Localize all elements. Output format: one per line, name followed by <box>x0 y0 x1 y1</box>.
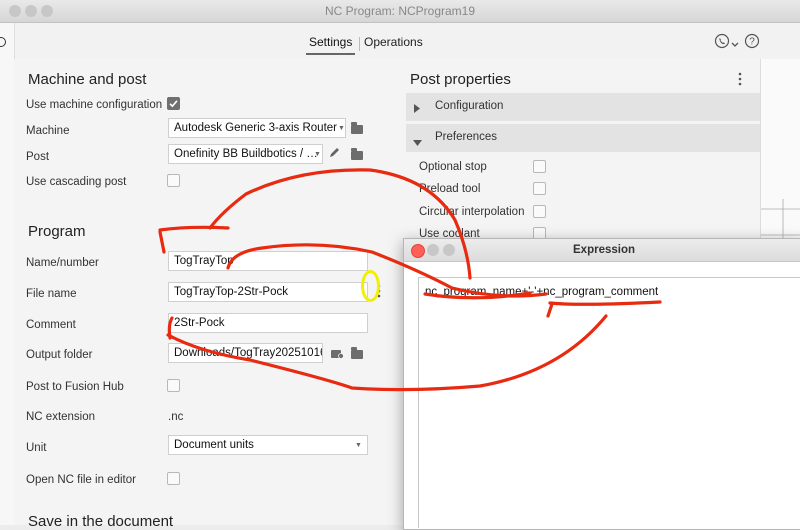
output-folder-label: Output folder <box>26 349 93 361</box>
cascading-post-label: Use cascading post <box>26 176 127 188</box>
machine-select[interactable]: Autodesk Generic 3-axis Router <box>168 118 346 138</box>
file-name-label: File name <box>26 288 77 300</box>
circular-interpolation-label: Circular interpolation <box>419 206 525 218</box>
name-number-value: TogTrayTop <box>174 255 234 267</box>
unit-value: Document units <box>174 439 254 451</box>
expression-editor[interactable]: nc_program_name+'-'+nc_program_comment <box>418 277 800 528</box>
preload-tool-label: Preload tool <box>419 183 481 195</box>
window-title: NC Program: NCProgram19 <box>324 4 476 18</box>
chevron-down-icon[interactable] <box>731 37 739 51</box>
background-window-edge <box>0 23 15 525</box>
expression-title-bar: Expression <box>404 239 800 262</box>
folder-icon[interactable] <box>351 122 363 134</box>
file-name-input[interactable]: TogTrayTop-2Str-Pock <box>168 282 368 302</box>
program-heading: Program <box>28 223 86 240</box>
expression-title: Expression <box>573 244 635 256</box>
optional-stop-label: Optional stop <box>419 161 487 173</box>
name-number-label: Name/number <box>26 257 99 269</box>
unit-label: Unit <box>26 442 47 454</box>
unit-dropdown-arrow-icon: ▼ <box>355 442 362 449</box>
tab-settings[interactable]: Settings <box>306 35 356 55</box>
nc-extension-label: NC extension <box>26 411 96 423</box>
configuration-label: Configuration <box>435 100 504 112</box>
machine-value: Autodesk Generic 3-axis Router <box>174 122 337 134</box>
nc-extension-value: .nc <box>168 411 184 423</box>
post-to-fusion-hub-label: Post to Fusion Hub <box>26 381 124 393</box>
help-icon[interactable]: ? <box>744 33 760 52</box>
optional-stop-checkbox[interactable] <box>533 160 546 173</box>
machine-post-heading: Machine and post <box>28 71 147 88</box>
file-name-value: TogTrayTop-2Str-Pock <box>174 286 288 298</box>
unit-select[interactable]: Document units <box>168 435 368 455</box>
more-vertical-icon[interactable] <box>738 71 742 90</box>
use-machine-config-label: Use machine configuration <box>26 99 163 111</box>
expression-dialog: Expression nc_program_name+'-'+nc_progra… <box>403 238 800 530</box>
configuration-section[interactable]: Configuration <box>406 93 760 121</box>
output-folder-value: Downloads/TogTray20251016 <box>174 347 323 359</box>
output-folder-input[interactable]: Downloads/TogTray20251016 <box>168 343 323 363</box>
cascading-post-checkbox[interactable] <box>167 174 180 187</box>
comment-value: 2Str-Pock <box>174 317 225 329</box>
preload-tool-checkbox[interactable] <box>533 182 546 195</box>
tab-operations[interactable]: Operations <box>364 35 423 49</box>
phone-icon[interactable] <box>714 33 730 52</box>
yellow-highlight-circle <box>361 270 380 302</box>
comment-label: Comment <box>26 319 76 331</box>
open-nc-editor-label: Open NC file in editor <box>26 474 136 486</box>
post-value: Onefinity BB Buildbotics / … <box>174 148 318 160</box>
folder-icon[interactable] <box>351 148 363 160</box>
folder-settings-icon[interactable] <box>331 348 344 362</box>
preferences-label: Preferences <box>435 131 498 143</box>
settings-panel: Machine and post Use machine configurati… <box>14 59 396 530</box>
post-label: Post <box>26 151 50 163</box>
use-machine-config-checkbox[interactable] <box>167 97 180 110</box>
triangle-right-icon <box>414 102 420 116</box>
post-properties-heading: Post properties <box>410 71 511 88</box>
preferences-section[interactable]: Preferences <box>406 124 760 152</box>
svg-text:?: ? <box>749 37 755 48</box>
save-in-document-heading: Save in the document <box>28 513 174 530</box>
open-nc-editor-checkbox[interactable] <box>167 472 180 485</box>
tab-bar: Settings Operations ? <box>0 23 800 60</box>
post-to-fusion-hub-checkbox[interactable] <box>167 379 180 392</box>
comment-input[interactable]: 2Str-Pock <box>168 313 368 333</box>
triangle-down-icon <box>413 135 422 149</box>
machine-label: Machine <box>26 125 70 137</box>
pencil-icon[interactable] <box>328 146 341 162</box>
machine-dropdown-arrow-icon: ▼ <box>338 125 345 132</box>
expression-text: nc_program_name+'-'+nc_program_comment <box>425 286 659 298</box>
name-number-input[interactable]: TogTrayTop <box>168 251 368 271</box>
tab-divider <box>359 37 360 51</box>
post-dropdown-arrow-icon: ▼ <box>314 151 321 158</box>
folder-icon[interactable] <box>351 347 363 359</box>
circular-interpolation-checkbox[interactable] <box>533 205 546 218</box>
window-title-bar: NC Program: NCProgram19 <box>0 0 800 23</box>
post-select[interactable]: Onefinity BB Buildbotics / … <box>168 144 323 164</box>
